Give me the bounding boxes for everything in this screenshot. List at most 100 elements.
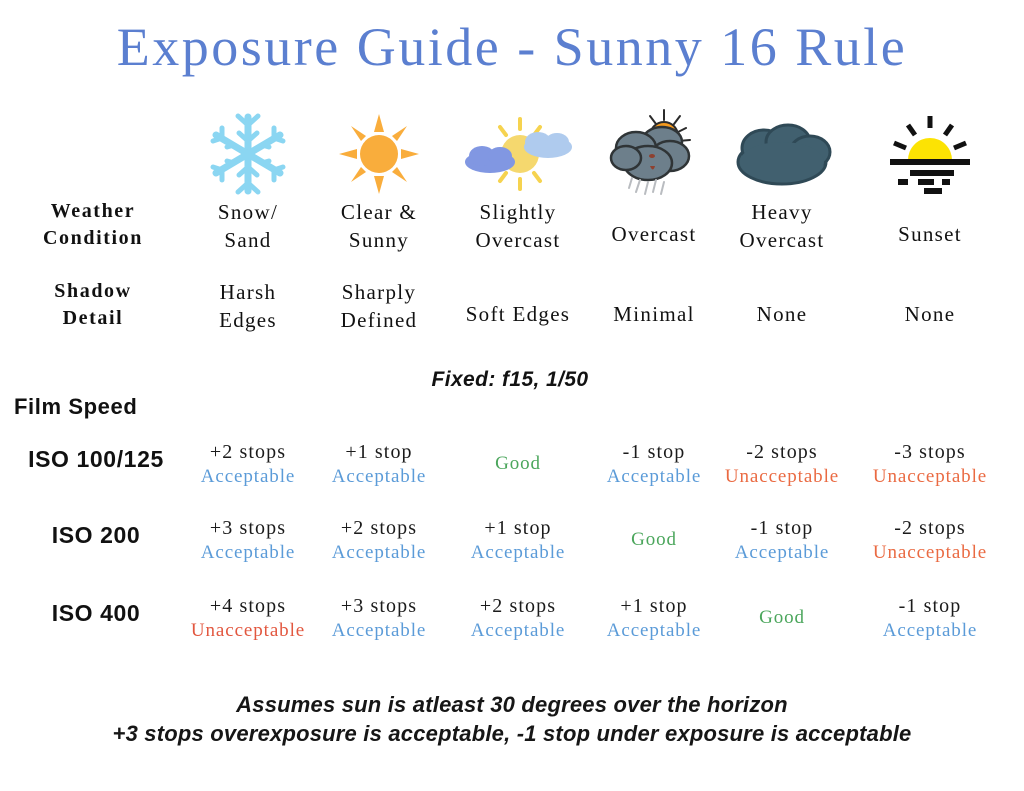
shadow-cell-3: Minimal bbox=[588, 278, 720, 328]
weather-cell-2: Slightly Overcast bbox=[440, 198, 596, 254]
shadow-line2: Edges bbox=[219, 308, 277, 333]
shadow-cell-1: Sharply Defined bbox=[309, 278, 449, 334]
iso-cell: +4 stops Unacceptable bbox=[178, 594, 318, 643]
shadow-line1: None bbox=[904, 302, 956, 326]
iso-cell: +2 stops Acceptable bbox=[178, 440, 318, 489]
shadow-cell-2: Soft Edges bbox=[440, 278, 596, 328]
verdict-label: Unacceptable bbox=[190, 620, 306, 641]
verdict-label: Good bbox=[495, 453, 541, 474]
shadow-line2: Defined bbox=[340, 308, 418, 333]
iso-cell: +3 stops Acceptable bbox=[309, 594, 449, 643]
weather-line2: Sand bbox=[224, 228, 272, 253]
verdict-label: Acceptable bbox=[331, 620, 427, 641]
iso-cell: -1 stop Acceptable bbox=[860, 594, 1000, 643]
stop-value: -1 stop bbox=[898, 595, 962, 617]
shadow-line1: Minimal bbox=[613, 302, 695, 326]
verdict-label: Acceptable bbox=[331, 542, 427, 563]
iso-cell: +1 stop Acceptable bbox=[440, 516, 596, 565]
iso-cell: Good bbox=[440, 440, 596, 476]
heavy-cloud-icon bbox=[714, 108, 850, 200]
iso-row-label: ISO 200 bbox=[51, 522, 141, 548]
verdict-label: Acceptable bbox=[882, 620, 978, 641]
shadow-line1: Sharply bbox=[341, 280, 417, 304]
weather-cell-3: Overcast bbox=[588, 198, 720, 248]
row-label-line1: Shadow bbox=[54, 280, 132, 302]
iso-cell: Good bbox=[588, 516, 720, 552]
stop-value: +4 stops bbox=[209, 595, 287, 617]
iso-cell: +3 stops Acceptable bbox=[178, 516, 318, 565]
stop-value: +3 stops bbox=[209, 517, 287, 539]
iso-cell: Good bbox=[714, 594, 850, 630]
exposure-guide-page: Exposure Guide - Sunny 16 Rule Weather C… bbox=[0, 0, 1024, 791]
page-title: Exposure Guide - Sunny 16 Rule bbox=[116, 17, 908, 77]
weather-cell-5: Sunset bbox=[860, 198, 1000, 248]
stop-value: +1 stop bbox=[484, 517, 552, 539]
rain-cloud-icon bbox=[588, 108, 720, 200]
weather-line1: Sunset bbox=[898, 222, 962, 246]
row-label-line2: Detail bbox=[62, 306, 124, 329]
shadow-line1: None bbox=[756, 302, 808, 326]
verdict-label: Unacceptable bbox=[872, 466, 988, 487]
iso-cell: -1 stop Acceptable bbox=[588, 440, 720, 489]
verdict-label: Acceptable bbox=[331, 466, 427, 487]
verdict-label: Unacceptable bbox=[724, 466, 840, 487]
iso-cell: -2 stops Unacceptable bbox=[860, 516, 1000, 565]
stop-value: +3 stops bbox=[340, 595, 418, 617]
weather-line1: Slightly bbox=[479, 200, 557, 224]
row-label-line2: Condition bbox=[43, 226, 143, 249]
shadow-cell-5: None bbox=[860, 278, 1000, 328]
weather-line2: Sunny bbox=[348, 228, 410, 253]
stop-value: -2 stops bbox=[894, 517, 966, 539]
snowflake-icon bbox=[178, 108, 318, 200]
stop-value: -3 stops bbox=[894, 441, 966, 463]
row-label-weather-condition: Weather Condition bbox=[0, 198, 186, 252]
film-speed-label: Film Speed bbox=[14, 394, 138, 419]
partly-cloudy-icon bbox=[440, 108, 596, 200]
shadow-cell-4: None bbox=[714, 278, 850, 328]
weather-line2: Overcast bbox=[475, 228, 561, 253]
weather-cell-1: Clear & Sunny bbox=[309, 198, 449, 254]
row-label-line1: Weather bbox=[50, 200, 136, 222]
sun-icon bbox=[309, 108, 449, 200]
weather-cell-4: Heavy Overcast bbox=[714, 198, 850, 254]
iso-row-label: ISO 100/125 bbox=[28, 446, 164, 472]
iso-cell: +2 stops Acceptable bbox=[309, 516, 449, 565]
stop-value: +1 stop bbox=[620, 595, 688, 617]
fixed-settings-note: Fixed: f15, 1/50 bbox=[431, 368, 589, 391]
stop-value: -1 stop bbox=[750, 517, 814, 539]
verdict-label: Acceptable bbox=[470, 542, 566, 563]
iso-cell: -1 stop Acceptable bbox=[714, 516, 850, 565]
stop-value: +2 stops bbox=[340, 517, 418, 539]
iso-cell: +2 stops Acceptable bbox=[440, 594, 596, 643]
verdict-label: Good bbox=[759, 607, 805, 628]
iso-row-label: ISO 400 bbox=[51, 600, 141, 626]
row-label-shadow-detail: Shadow Detail bbox=[0, 278, 186, 332]
stop-value: -2 stops bbox=[746, 441, 818, 463]
weather-line2: Overcast bbox=[739, 228, 825, 253]
verdict-label: Acceptable bbox=[734, 542, 830, 563]
weather-line1: Clear & bbox=[340, 200, 418, 224]
iso-cell: +1 stop Acceptable bbox=[588, 594, 720, 643]
weather-icon-row bbox=[0, 108, 1024, 200]
shadow-cell-0: Harsh Edges bbox=[178, 278, 318, 334]
sunset-icon bbox=[860, 108, 1000, 200]
iso-cell: -2 stops Unacceptable bbox=[714, 440, 850, 489]
stop-value: +2 stops bbox=[209, 441, 287, 463]
verdict-label: Acceptable bbox=[606, 466, 702, 487]
verdict-label: Good bbox=[631, 529, 677, 550]
verdict-label: Acceptable bbox=[606, 620, 702, 641]
stop-value: +1 stop bbox=[345, 441, 413, 463]
verdict-label: Acceptable bbox=[200, 466, 296, 487]
stop-value: +2 stops bbox=[479, 595, 557, 617]
weather-cell-0: Snow/ Sand bbox=[178, 198, 318, 254]
weather-line1: Snow/ bbox=[217, 200, 279, 224]
shadow-line1: Soft Edges bbox=[465, 302, 571, 326]
stop-value: -1 stop bbox=[622, 441, 686, 463]
footnote-1: Assumes sun is atleast 30 degrees over t… bbox=[236, 692, 788, 717]
shadow-line1: Harsh bbox=[219, 280, 277, 304]
weather-line1: Heavy bbox=[751, 200, 813, 224]
verdict-label: Unacceptable bbox=[872, 542, 988, 563]
iso-cell: -3 stops Unacceptable bbox=[860, 440, 1000, 489]
verdict-label: Acceptable bbox=[470, 620, 566, 641]
verdict-label: Acceptable bbox=[200, 542, 296, 563]
